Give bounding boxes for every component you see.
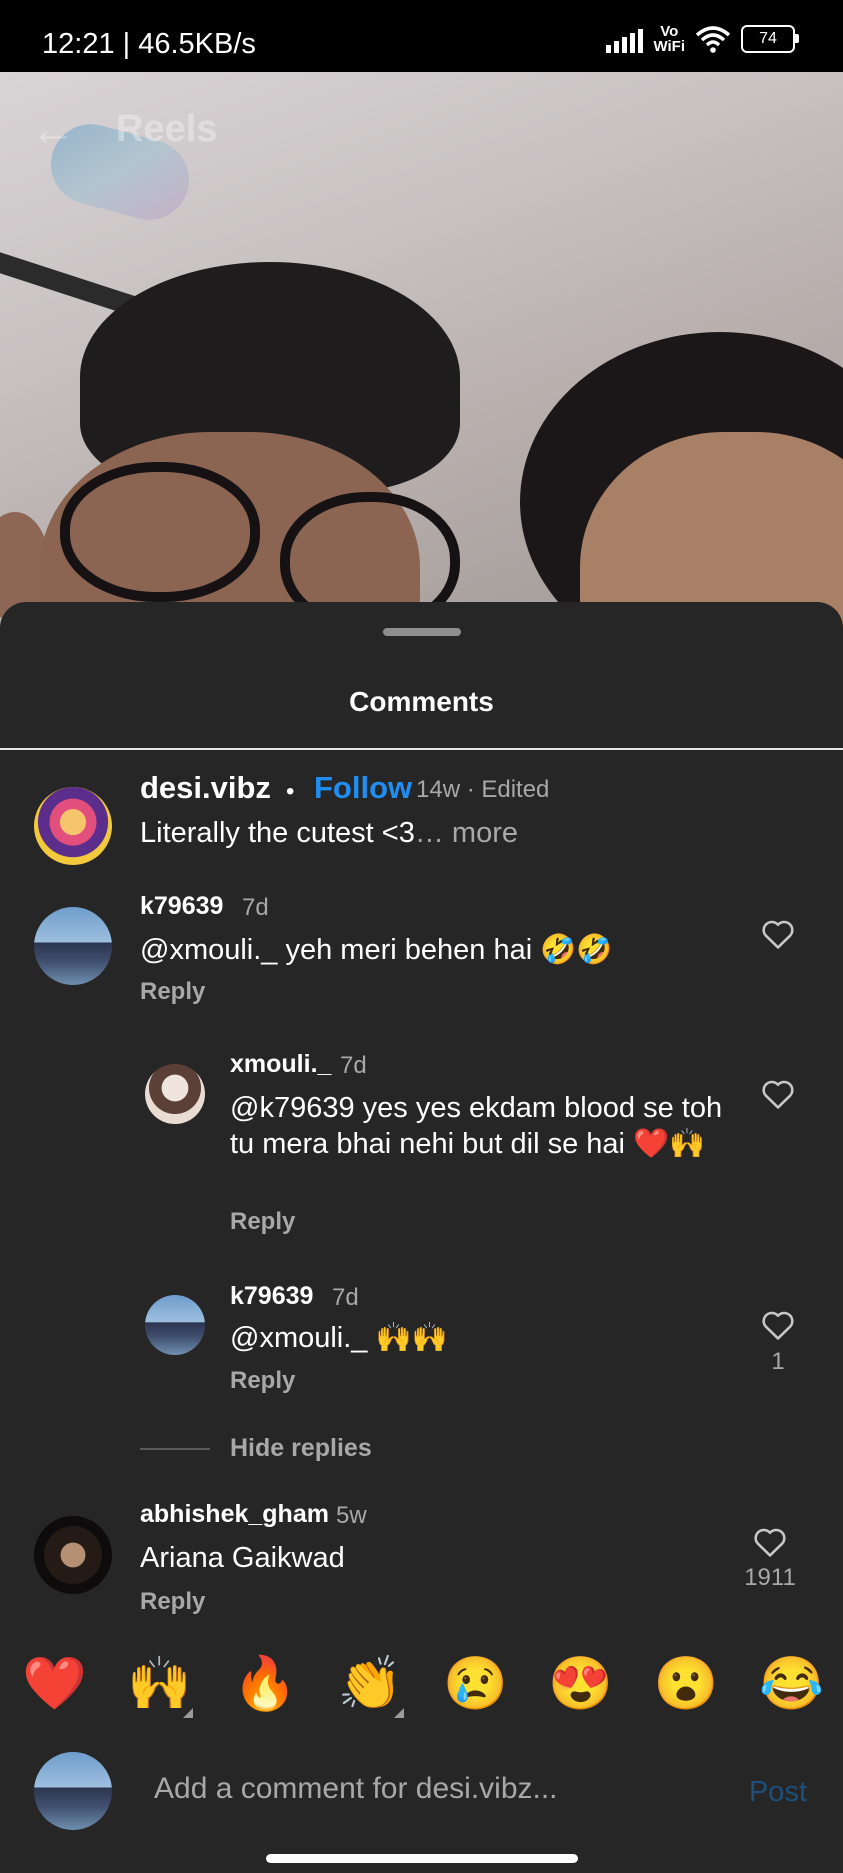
- comment-text: @xmouli._ 🙌🙌: [230, 1322, 448, 1354]
- reel-title: Reels: [116, 107, 218, 150]
- caption-body: Literally the cutest <3: [140, 817, 415, 849]
- comment-username[interactable]: k79639: [230, 1282, 313, 1311]
- avatar: [34, 1752, 112, 1830]
- reaction-laughing-emoji[interactable]: 😂: [759, 1648, 824, 1720]
- avatar[interactable]: [145, 1064, 205, 1124]
- drag-handle[interactable]: [383, 628, 461, 636]
- battery-level: 74: [759, 30, 777, 47]
- reply-button[interactable]: Reply: [230, 1208, 295, 1236]
- skin-tone-corner-icon: [183, 1708, 194, 1718]
- reply-button[interactable]: Reply: [140, 978, 205, 1006]
- like-heart-icon[interactable]: [761, 1309, 795, 1341]
- reaction-surprised-emoji[interactable]: 😮: [654, 1648, 719, 1720]
- comment-text: @xmouli._ yeh meri behen hai 🤣🤣: [140, 934, 613, 966]
- avatar[interactable]: [34, 907, 112, 985]
- avatar[interactable]: [34, 1516, 112, 1594]
- hide-replies-button[interactable]: Hide replies: [230, 1434, 372, 1463]
- comment-input[interactable]: Add a comment for desi.vibz...: [154, 1772, 558, 1806]
- comment-time: 5w: [336, 1502, 367, 1529]
- cellular-signal-icon: [606, 25, 644, 53]
- reaction-clap-emoji[interactable]: 👏: [337, 1648, 404, 1720]
- comment-composer: Add a comment for desi.vibz... Post: [0, 1742, 843, 1848]
- like-count: 1: [771, 1348, 785, 1375]
- glasses-left-lens: [60, 462, 260, 602]
- reaction-crying-emoji[interactable]: 😢: [443, 1648, 508, 1720]
- comment-text: Ariana Gaikwad: [140, 1542, 345, 1574]
- comment-time: 7d: [340, 1052, 367, 1079]
- reel-header: ← Reels: [30, 102, 217, 156]
- reaction-raised-hands-emoji[interactable]: 🙌: [127, 1648, 194, 1720]
- reaction-fire-emoji[interactable]: 🔥: [233, 1648, 298, 1720]
- separator-dot: •: [286, 778, 295, 805]
- caption-text: Literally the cutest <3… more: [140, 817, 518, 850]
- status-time: 12:21 | 46.5KB/s: [42, 28, 256, 60]
- caption-meta: 14w · Edited: [416, 776, 550, 803]
- comment-time: 7d: [242, 894, 269, 921]
- battery-icon: 74: [741, 25, 799, 53]
- comment-username[interactable]: abhishek_gham: [140, 1500, 329, 1529]
- back-arrow-icon[interactable]: ←: [30, 102, 76, 156]
- reply-button[interactable]: Reply: [140, 1588, 205, 1616]
- comment-username[interactable]: xmouli._: [230, 1050, 331, 1079]
- comments-sheet: Comments desi.vibz • Follow 14w · Edited…: [0, 602, 843, 1873]
- home-indicator[interactable]: [266, 1854, 578, 1863]
- comment-username[interactable]: k79639: [140, 892, 223, 921]
- avatar[interactable]: [34, 787, 112, 865]
- follow-button[interactable]: Follow: [314, 770, 412, 806]
- vowifi-label: Vo WiFi: [653, 23, 685, 55]
- reaction-heart-eyes-emoji[interactable]: 😍: [548, 1648, 613, 1720]
- skin-tone-corner-icon: [393, 1708, 404, 1718]
- like-count: 1911: [744, 1564, 796, 1591]
- sheet-title: Comments: [349, 686, 494, 717]
- like-heart-icon[interactable]: [761, 1078, 795, 1110]
- hide-replies-line: [140, 1448, 210, 1450]
- more-link[interactable]: … more: [415, 817, 518, 849]
- reaction-heart-emoji[interactable]: ❤️: [22, 1648, 87, 1720]
- divider: [0, 748, 843, 750]
- reply-button[interactable]: Reply: [230, 1367, 295, 1395]
- caption-username[interactable]: desi.vibz: [140, 770, 271, 806]
- like-heart-icon[interactable]: [761, 918, 795, 950]
- status-bar: 12:21 | 46.5KB/s Vo WiFi 74: [0, 0, 843, 72]
- emoji-glyph: 👏: [337, 1655, 403, 1713]
- wifi-icon: [695, 26, 731, 53]
- emoji-glyph: 🙌: [127, 1655, 193, 1713]
- comment-text: @k79639 yes yes ekdam blood se toh tu me…: [230, 1092, 723, 1160]
- comment-time: 7d: [332, 1284, 359, 1311]
- status-icons: Vo WiFi 74: [606, 23, 799, 55]
- post-button[interactable]: Post: [749, 1776, 807, 1809]
- quick-reactions-bar: ❤️ 🙌 🔥 👏 😢 😍 😮 😂: [0, 1648, 843, 1720]
- reel-video[interactable]: ← Reels: [0, 72, 843, 632]
- like-heart-icon[interactable]: [753, 1526, 787, 1558]
- avatar[interactable]: [145, 1295, 205, 1355]
